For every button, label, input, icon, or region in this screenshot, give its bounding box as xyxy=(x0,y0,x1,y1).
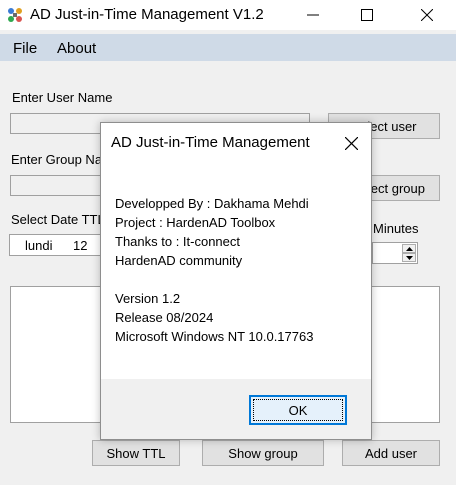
stepper-up-button[interactable] xyxy=(402,244,416,253)
group-name-label: Enter Group Na xyxy=(11,152,103,167)
community-line: HardenAD community xyxy=(115,253,243,268)
minimize-button[interactable] xyxy=(290,0,336,30)
ok-button[interactable]: OK xyxy=(249,395,347,425)
version-line: Version 1.2 xyxy=(115,291,181,306)
project-line: Project : HardenAD Toolbox xyxy=(115,215,276,230)
date-day: lundi xyxy=(25,238,53,253)
about-dialog: AD Just-in-Time Management Developped By… xyxy=(100,122,372,440)
show-group-button[interactable]: Show group xyxy=(202,440,324,466)
date-picker[interactable]: lundi 12 xyxy=(9,234,109,256)
app-icon xyxy=(6,6,24,24)
add-user-button[interactable]: Add user xyxy=(342,440,440,466)
release-line: Release 08/2024 xyxy=(115,310,214,325)
user-name-label: Enter User Name xyxy=(12,90,113,105)
dialog-title: AD Just-in-Time Management xyxy=(111,134,310,151)
close-icon xyxy=(344,136,358,150)
window-close-button[interactable] xyxy=(404,0,450,30)
close-icon xyxy=(421,9,433,21)
select-ttl-label: Select Date TTL xyxy=(11,212,105,227)
show-ttl-button[interactable]: Show TTL xyxy=(92,440,180,466)
minutes-label: Minutes xyxy=(373,221,419,236)
menu-about[interactable]: About xyxy=(57,40,96,57)
date-number: 12 xyxy=(73,238,88,253)
os-line: Microsoft Windows NT 10.0.17763 xyxy=(115,329,314,344)
stepper-down-button[interactable] xyxy=(402,253,416,262)
thanks-line: Thanks to : It-connect xyxy=(115,234,241,249)
window-title: AD Just-in-Time Management V1.2 xyxy=(30,6,264,23)
developer-line: Developped By : Dakhama Mehdi xyxy=(115,196,309,211)
caret-down-icon xyxy=(405,255,413,260)
menu-file[interactable]: File xyxy=(13,40,37,57)
maximize-button[interactable] xyxy=(344,0,390,30)
minimize-icon xyxy=(307,14,319,16)
dialog-close-button[interactable] xyxy=(339,131,363,155)
caret-up-icon xyxy=(405,246,413,251)
focus-rectangle xyxy=(253,399,343,421)
maximize-icon xyxy=(361,9,373,21)
minutes-stepper[interactable] xyxy=(372,242,418,264)
